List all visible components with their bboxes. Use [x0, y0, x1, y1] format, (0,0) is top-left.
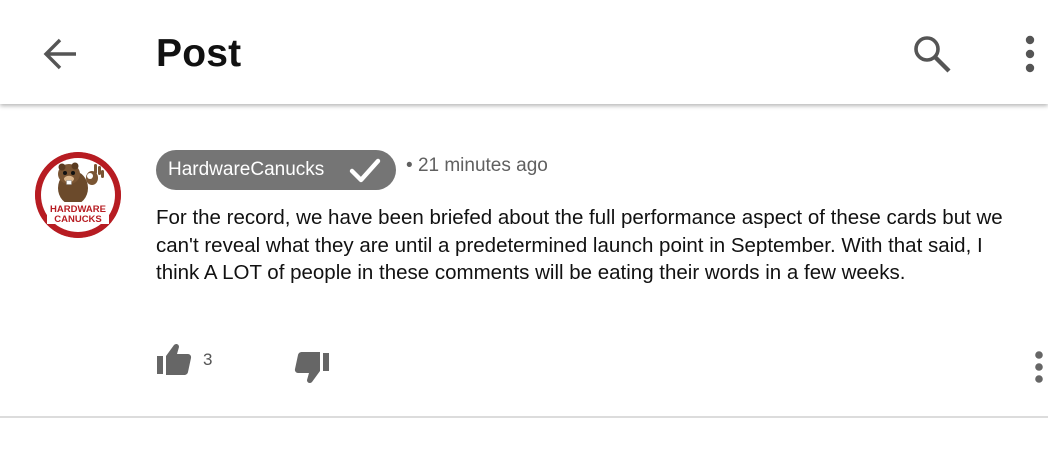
- page-title: Post: [156, 32, 242, 75]
- more-vert-icon: [1035, 351, 1043, 383]
- divider: [0, 416, 1048, 418]
- time-text: 21 minutes ago: [417, 155, 548, 176]
- author-badge[interactable]: HardwareCanucks: [156, 150, 396, 190]
- search-button[interactable]: [908, 30, 956, 78]
- like-button[interactable]: [156, 342, 192, 376]
- search-icon: [914, 36, 951, 73]
- time-separator: •: [406, 155, 413, 176]
- comment-timestamp: • 21 minutes ago: [406, 154, 548, 178]
- back-button[interactable]: [38, 32, 82, 76]
- comment-more-button[interactable]: [1030, 344, 1048, 390]
- like-count: 3: [203, 350, 213, 369]
- more-vert-icon: [1025, 35, 1035, 73]
- app-bar: Post: [0, 0, 1048, 104]
- svg-text:CANUCKS: CANUCKS: [54, 214, 102, 225]
- hardware-canucks-logo: HARDWARE CANUCKS: [35, 152, 121, 238]
- thumb-down-icon: [294, 352, 329, 384]
- arrow-back-icon: [43, 38, 76, 70]
- avatar[interactable]: HARDWARE CANUCKS: [35, 152, 121, 238]
- dislike-button[interactable]: [292, 350, 330, 386]
- more-options-button[interactable]: [1010, 30, 1048, 78]
- thumb-up-icon: [157, 343, 192, 375]
- verified-check-icon: [349, 158, 381, 183]
- author-name: HardwareCanucks: [168, 159, 325, 180]
- comment-body: For the record, we have been briefed abo…: [156, 206, 1003, 284]
- comment-card: HARDWARE CANUCKS HardwareCanucks • 21 mi…: [0, 104, 1048, 417]
